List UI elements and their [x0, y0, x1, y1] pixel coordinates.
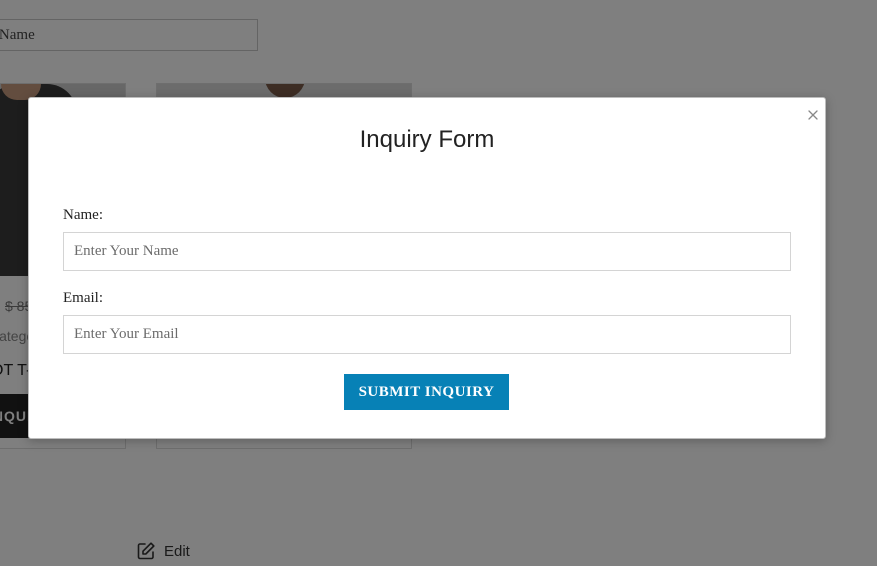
submit-inquiry-button[interactable]: SUBMIT INQUIRY	[344, 374, 509, 410]
name-field[interactable]	[63, 232, 791, 271]
page: t Name $ 85 Categor OT T- INQUIRY Edit	[0, 0, 877, 566]
inquiry-modal: Inquiry Form Name: Email: SUBMIT INQUIRY	[28, 97, 826, 439]
email-label: Email:	[63, 290, 103, 306]
name-label: Name:	[63, 207, 103, 223]
modal-title: Inquiry Form	[359, 126, 495, 153]
close-icon[interactable]	[806, 108, 820, 122]
email-field[interactable]	[63, 315, 791, 354]
